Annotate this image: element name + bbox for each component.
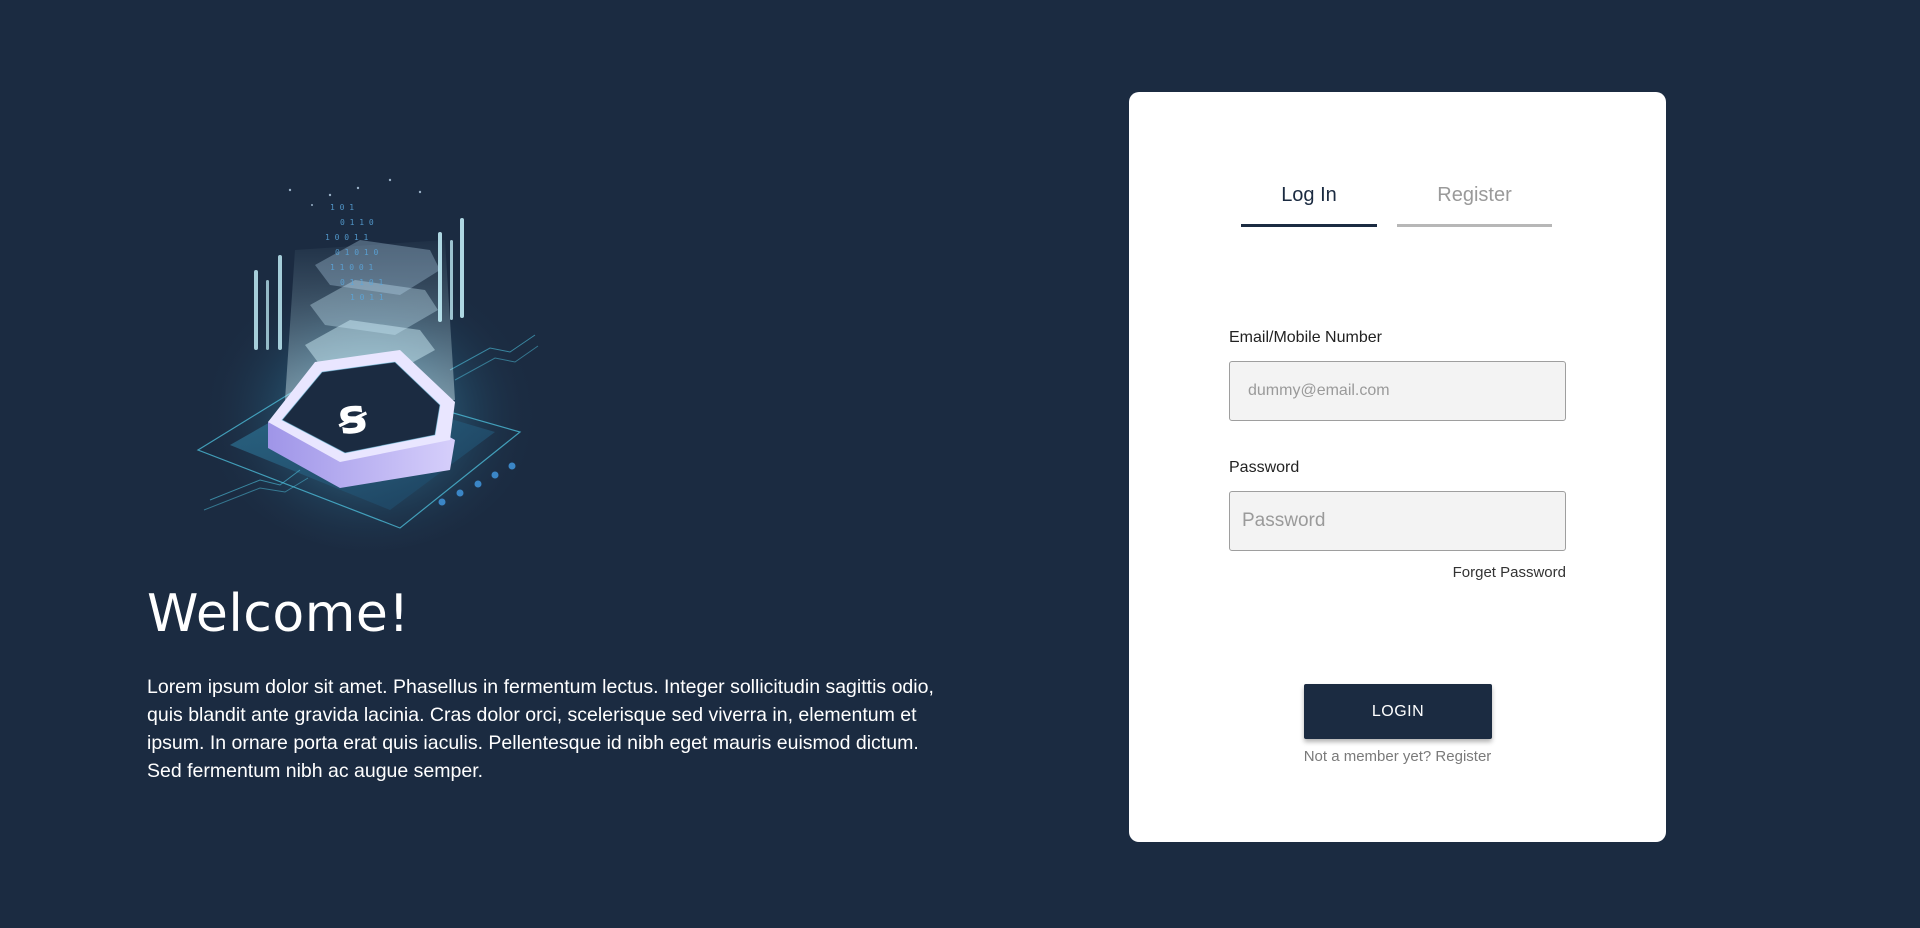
login-page: 1 0 1 0 1 1 0 1 0 0 1 1 0 1 0 1 0 1 1 0 … [0,0,1920,928]
password-field[interactable] [1229,491,1566,551]
svg-text:0 1 0 1 0: 0 1 0 1 0 [335,248,379,257]
register-prompt[interactable]: Not a member yet? Register [1129,748,1666,765]
email-field[interactable] [1229,361,1566,421]
welcome-title: Welcome! [147,584,410,644]
svg-text:0 1 1 0 1: 0 1 1 0 1 [340,278,384,287]
svg-text:0 1 1 0: 0 1 1 0 [340,218,374,227]
svg-text:1 0 1 1: 1 0 1 1 [350,293,384,302]
welcome-description: Lorem ipsum dolor sit amet. Phasellus in… [147,676,934,782]
crypto-chip-illustration: 1 0 1 0 1 1 0 1 0 0 1 1 0 1 0 1 0 1 1 0 … [196,178,540,550]
svg-text:1 0 0 1 1: 1 0 0 1 1 [325,233,369,242]
svg-text:1 1 0 0 1: 1 1 0 0 1 [330,263,374,272]
password-label: Password [1229,459,1300,476]
login-button[interactable]: LOGIN [1304,684,1492,739]
email-label: Email/Mobile Number [1229,329,1382,346]
forgot-password-link[interactable]: Forget Password [1453,564,1566,581]
tab-register[interactable]: Register [1397,182,1552,227]
svg-text:1 0 1: 1 0 1 [330,203,354,212]
auth-card: Log In Register Email/Mobile Number Pass… [1129,92,1666,842]
auth-tabs: Log In Register [1241,182,1571,227]
tab-login[interactable]: Log In [1241,182,1377,227]
